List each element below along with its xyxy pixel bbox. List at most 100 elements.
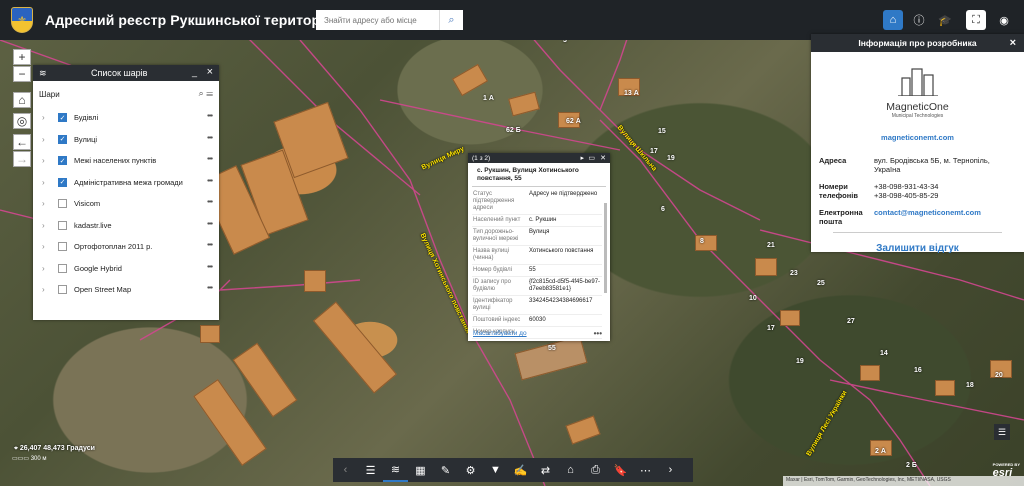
attribute-key: Ідентифікатор вулиці [472,295,528,315]
coat-of-arms-icon: ⚜ [11,7,33,33]
chevron-right-icon[interactable]: › [42,156,50,165]
chevron-right-icon[interactable]: › [42,285,50,294]
more-icon[interactable]: ••• [207,176,213,185]
locate-icon: ◎ [16,114,28,128]
layer-row[interactable]: › Ортофотоплан 2011 р. ••• [33,236,219,258]
chevron-right-icon[interactable]: › [42,242,50,251]
draw-tool[interactable]: ✎ [433,458,458,482]
legend-tool[interactable]: ☰ [358,458,383,482]
attribute-value: Вулиця [528,226,602,246]
bookmark-tool[interactable]: 🔖 [608,458,633,482]
graduation-button[interactable]: 🎓 [935,10,955,30]
layer-checkbox[interactable] [58,242,67,252]
chevron-right-icon[interactable]: › [42,199,50,208]
chevron-right-icon[interactable]: › [42,178,50,187]
close-icon[interactable]: × [207,66,213,78]
zoom-in-button[interactable]: + [13,49,31,65]
layer-checkbox[interactable] [58,285,67,295]
layer-row[interactable]: › kadastr.live ••• [33,215,219,237]
layer-row[interactable]: › ✓ Адміністративна межа громади ••• [33,172,219,194]
more-icon[interactable]: ••• [207,283,213,292]
filter-icon[interactable]: ☰ [206,88,213,98]
website-link[interactable]: magneticonemt.com [811,133,1024,142]
attribute-value: с. Рукшин [528,214,602,227]
default-extent-button[interactable]: ⌂ [13,92,31,108]
minus-icon: − [18,67,26,81]
minimize-icon[interactable]: _ [192,67,197,77]
chevron-right-icon[interactable]: › [42,221,50,230]
more-icon[interactable]: ••• [207,197,213,206]
layer-list-tool[interactable]: ≋ [383,458,408,482]
layer-label: Visicom [74,199,101,209]
more-icon[interactable]: ••• [594,329,602,338]
building [695,235,717,251]
next-feature-icon[interactable]: ▸ [580,154,584,162]
layer-checkbox[interactable] [58,199,67,209]
layer-label: Ортофотоплан 2011 р. [74,242,153,252]
bottom-toolbar: ‹ ☰ ≋ ▦ ✎ ⚙ ▼ ✍ ⇄ ⌂ ⎙ 🔖 ⋯ › [333,458,693,482]
more-icon[interactable]: ••• [207,154,213,163]
my-location-button[interactable]: ◎ [13,113,31,129]
list-icon: ☰ [997,426,1007,437]
attribute-value [528,326,602,339]
zoom-to-link[interactable]: Масштабувати до [473,330,527,337]
chevron-left-icon: ‹ [343,464,348,476]
chevron-right-icon[interactable]: › [42,113,50,122]
home-tool[interactable]: ⌂ [558,458,583,482]
layer-row[interactable]: › Google Hybrid ••• [33,258,219,280]
previous-extent-button[interactable]: ← [13,134,31,150]
layer-row[interactable]: › Visicom ••• [33,193,219,215]
search-button[interactable]: ⌕ [439,10,463,30]
layer-row[interactable]: › ✓ Межі населених пунктів ••• [33,150,219,172]
search-icon[interactable]: ⌕ [199,88,204,98]
more-tool[interactable]: ⋯ [633,458,658,482]
edit-tool[interactable]: ✍ [508,458,533,482]
arrow-left-icon: ← [16,135,28,149]
basemap-gallery-tool[interactable]: ▦ [408,458,433,482]
scroll-right-button[interactable]: › [658,458,683,482]
fullscreen-button[interactable]: ⛶ [966,10,986,30]
layer-checkbox[interactable]: ✓ [58,177,67,187]
attribute-key: Назва вулиці (чинна) [472,245,528,265]
layer-row[interactable]: › ✓ Будівлі ••• [33,107,219,129]
overview-toggle[interactable]: ☰ [994,424,1010,440]
layer-checkbox[interactable] [58,263,67,273]
brand-name: MagneticOne [886,101,949,113]
layer-checkbox[interactable]: ✓ [58,113,67,123]
search-input[interactable] [316,10,439,30]
more-icon[interactable]: ••• [207,240,213,249]
layer-checkbox[interactable]: ✓ [58,156,67,166]
email-row: Електронна пошта contact@magneticonemt.c… [811,208,1024,226]
layer-list-title: Список шарів [91,68,148,78]
info-button[interactable]: ⓘ [909,10,929,30]
home-button[interactable]: ⌂ [883,10,903,30]
scroll-left-button[interactable]: ‹ [333,458,358,482]
zoom-out-button[interactable]: − [13,66,31,82]
more-icon[interactable]: ••• [207,133,213,142]
layer-checkbox[interactable] [58,220,67,230]
analysis-tool[interactable]: ⚙ [458,458,483,482]
filter-tool[interactable]: ▼ [483,458,508,482]
chevron-right-icon[interactable]: › [42,135,50,144]
feedback-link[interactable]: Залишити відгук [811,243,1024,254]
layer-row[interactable]: › ✓ Вулиці ••• [33,129,219,151]
house-number: 16 [914,367,922,374]
visibility-button[interactable]: ◉ [994,10,1014,30]
layer-label: Будівлі [74,113,99,123]
coordinate-readout: ⌖ 26,407 48,473 Градуси [14,445,95,452]
layer-checkbox[interactable]: ✓ [58,134,67,144]
layer-row[interactable]: › Open Street Map ••• [33,279,219,301]
close-icon[interactable]: ✕ [600,154,606,162]
more-icon[interactable]: ••• [207,262,213,271]
popup-scrollbar[interactable] [604,203,607,293]
house-number: 19 [667,155,675,162]
email-link[interactable]: contact@magneticonemt.com [874,208,1016,226]
next-extent-button[interactable]: → [13,151,31,167]
more-icon[interactable]: ••• [207,219,213,228]
chevron-right-icon[interactable]: › [42,264,50,273]
swipe-tool[interactable]: ⇄ [533,458,558,482]
maximize-icon[interactable]: ▭ [588,154,595,162]
print-tool[interactable]: ⎙ [583,458,608,482]
more-icon[interactable]: ••• [207,111,213,120]
close-icon[interactable]: × [1010,37,1016,49]
